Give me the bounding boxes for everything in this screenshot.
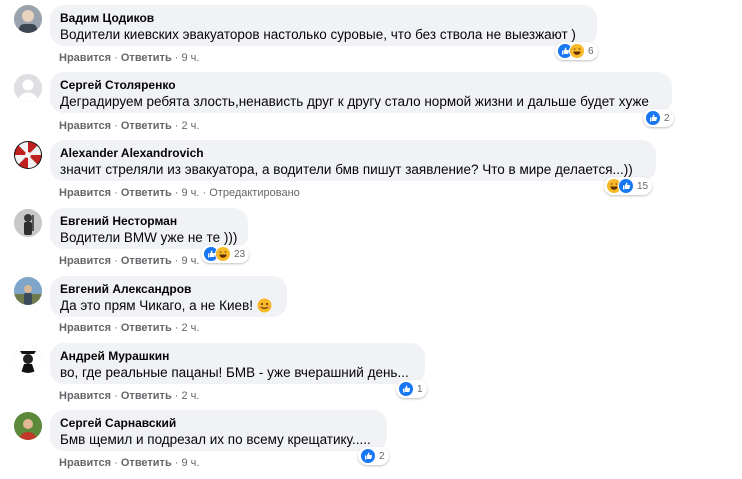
reply-link[interactable]: Ответить: [121, 52, 172, 64]
separator: ·: [199, 187, 210, 199]
like-link[interactable]: Нравится: [59, 120, 111, 132]
avatar[interactable]: [14, 209, 42, 237]
comment-actions: Нравится · Ответить · 2 ч.: [59, 322, 199, 334]
comment-bubble: Сергей Столяренко Деградируем ребята зло…: [50, 72, 672, 113]
reply-link[interactable]: Ответить: [121, 322, 172, 334]
reaction-count: 1: [417, 383, 423, 395]
comment-time[interactable]: 2 ч.: [182, 322, 200, 334]
comment-actions: Нравится · Ответить · 9 ч.: [59, 255, 199, 267]
reaction-count: 23: [234, 248, 246, 260]
reply-link[interactable]: Ответить: [121, 390, 172, 402]
avatar[interactable]: [14, 141, 42, 169]
comment-text: Бмв щемил и подрезал их по всему крещати…: [60, 432, 371, 447]
like-reaction-icon: [360, 448, 376, 464]
comment-text: Деградируем ребята злость,ненависть друг…: [60, 94, 649, 109]
reaction-summary[interactable]: 2: [643, 109, 674, 127]
reaction-count: 6: [588, 45, 594, 57]
separator: ·: [111, 255, 121, 267]
comment-author[interactable]: Евгений Несторман: [60, 214, 238, 229]
like-link[interactable]: Нравится: [59, 322, 111, 334]
reaction-count: 2: [379, 450, 385, 462]
reaction-summary[interactable]: 6: [555, 42, 598, 60]
separator: ·: [111, 390, 121, 402]
comment-actions: Нравится · Ответить · 9 ч.: [59, 52, 199, 64]
reaction-summary[interactable]: 2: [358, 447, 389, 465]
separator: ·: [111, 52, 121, 64]
comment-text: Да это прям Чикаго, а не Киев!: [60, 297, 277, 314]
comment-author[interactable]: Alexander Alexandrovich: [60, 146, 646, 161]
separator: ·: [171, 322, 182, 334]
separator: ·: [171, 255, 182, 267]
haha-reaction-icon: [569, 43, 585, 59]
separator: ·: [171, 187, 182, 199]
comment-author[interactable]: Андрей Мурашкин: [60, 349, 415, 364]
avatar[interactable]: [14, 74, 42, 102]
reply-link[interactable]: Ответить: [121, 187, 172, 199]
comment-text-content: Да это прям Чикаго, а не Киев!: [60, 298, 253, 313]
comment-time[interactable]: 2 ч.: [182, 390, 200, 402]
reply-link[interactable]: Ответить: [121, 255, 172, 267]
comment-author[interactable]: Вадим Цодиков: [60, 11, 587, 26]
comment-author[interactable]: Сергей Столяренко: [60, 78, 662, 93]
reply-link[interactable]: Ответить: [121, 120, 172, 132]
separator: ·: [111, 322, 121, 334]
comment-actions: Нравится · Ответить · 9 ч. · Отредактиро…: [59, 187, 300, 199]
avatar[interactable]: [14, 277, 42, 305]
like-reaction-icon: [645, 110, 661, 126]
edited-label[interactable]: Отредактировано: [209, 187, 300, 199]
comment-actions: Нравится · Ответить · 2 ч.: [59, 390, 199, 402]
separator: ·: [111, 187, 121, 199]
reaction-summary[interactable]: 15: [604, 177, 653, 195]
comment-actions: Нравится · Ответить · 2 ч.: [59, 120, 199, 132]
like-link[interactable]: Нравится: [59, 457, 111, 469]
comment-text: Водители BMW уже не те ))): [60, 230, 238, 245]
comment-text: Водители киевских эвакуаторов настолько …: [60, 27, 576, 42]
separator: ·: [171, 457, 182, 469]
reply-link[interactable]: Ответить: [121, 457, 172, 469]
reaction-count: 15: [637, 180, 649, 192]
comment-time[interactable]: 9 ч.: [182, 187, 200, 199]
comment-time[interactable]: 2 ч.: [182, 120, 200, 132]
like-reaction-icon: [398, 381, 414, 397]
comment-bubble: Евгений Александров Да это прям Чикаго, …: [50, 276, 287, 317]
comment-bubble: Сергей Сарнавский Бмв щемил и подрезал и…: [50, 410, 387, 451]
separator: ·: [111, 457, 121, 469]
like-reaction-icon: [618, 178, 634, 194]
like-link[interactable]: Нравится: [59, 187, 111, 199]
comment-text: значит стреляли из эвакуатора, а водител…: [60, 162, 633, 177]
separator: ·: [171, 120, 182, 132]
reaction-summary[interactable]: 23: [201, 245, 250, 263]
comment-bubble: Евгений Несторман Водители BMW уже не те…: [50, 208, 248, 249]
comment-author[interactable]: Евгений Александров: [60, 282, 277, 297]
reaction-count: 2: [664, 112, 670, 124]
comment-author[interactable]: Сергей Сарнавский: [60, 416, 377, 431]
comment-time[interactable]: 9 ч.: [182, 52, 200, 64]
like-link[interactable]: Нравится: [59, 52, 111, 64]
comment-time[interactable]: 9 ч.: [182, 255, 200, 267]
avatar[interactable]: [14, 412, 42, 440]
comment-bubble: Alexander Alexandrovich значит стреляли …: [50, 140, 656, 181]
separator: ·: [171, 390, 182, 402]
like-link[interactable]: Нравится: [59, 390, 111, 402]
comment-text: во, где реальные пацаны! БМВ - уже вчера…: [60, 365, 409, 380]
haha-reaction-icon: [215, 246, 231, 262]
comment-bubble: Вадим Цодиков Водители киевских эвакуато…: [50, 5, 597, 46]
reaction-summary[interactable]: 1: [396, 380, 427, 398]
comment-actions: Нравится · Ответить · 9 ч.: [59, 457, 199, 469]
like-link[interactable]: Нравится: [59, 255, 111, 267]
smiling-face-emoji-icon: [257, 298, 272, 313]
comment-bubble: Андрей Мурашкин во, где реальные пацаны!…: [50, 343, 425, 384]
comment-time[interactable]: 9 ч.: [182, 457, 200, 469]
avatar[interactable]: [14, 5, 42, 33]
avatar[interactable]: [14, 345, 42, 373]
separator: ·: [171, 52, 182, 64]
separator: ·: [111, 120, 121, 132]
